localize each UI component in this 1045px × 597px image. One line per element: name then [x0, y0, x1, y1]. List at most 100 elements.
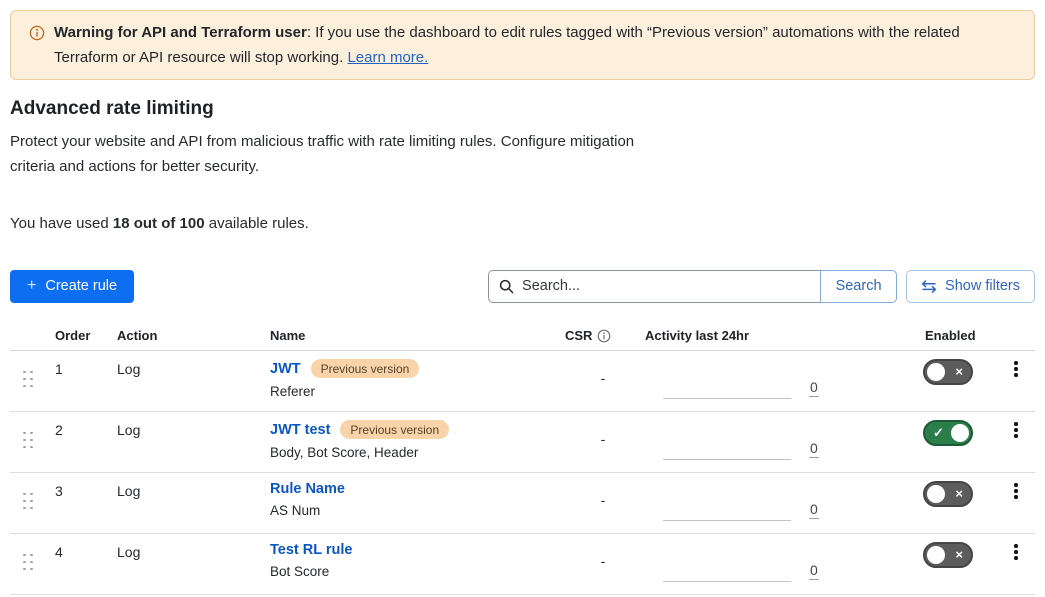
activity-cell: 0: [643, 473, 903, 534]
activity-count-link[interactable]: 0: [809, 440, 819, 458]
kebab-menu-icon[interactable]: [1009, 421, 1023, 439]
table-row: 1 Log JWT Previous version Referer - 0 ✓…: [10, 351, 1035, 412]
header-name: Name: [263, 328, 563, 343]
activity-count-link[interactable]: 0: [809, 379, 819, 397]
toolbar: + Create rule Search Show filters: [10, 269, 1035, 303]
rule-order: 4: [48, 534, 110, 595]
x-icon: ×: [955, 365, 963, 378]
header-csr-label: CSR: [565, 328, 592, 343]
rule-action: Log: [110, 534, 263, 595]
rules-table: Order Action Name CSR Activity last 24hr…: [10, 328, 1035, 595]
usage-suffix: available rules.: [205, 215, 309, 232]
drag-handle-icon[interactable]: [23, 432, 33, 449]
rule-action: Log: [110, 473, 263, 534]
toggle-knob: [951, 424, 969, 442]
usage-prefix: You have used: [10, 215, 113, 232]
create-rule-button[interactable]: + Create rule: [10, 270, 134, 303]
warning-info-icon: [29, 25, 45, 46]
header-order: Order: [48, 328, 110, 343]
header-actions-spacer: [995, 328, 1035, 343]
plus-icon: +: [27, 278, 36, 294]
name-cell: Rule Name AS Num: [263, 473, 563, 534]
handle-cell: [10, 412, 48, 473]
activity-sparkline: [663, 581, 791, 582]
kebab-cell: [995, 351, 1035, 412]
kebab-menu-icon[interactable]: [1009, 482, 1023, 500]
filters-swap-icon: [921, 280, 937, 293]
header-enabled: Enabled: [903, 328, 995, 343]
activity-count-link[interactable]: 0: [809, 562, 819, 580]
header-csr: CSR: [563, 328, 643, 343]
enabled-toggle[interactable]: ✓ ×: [923, 359, 973, 385]
rule-criteria: Referer: [270, 384, 563, 399]
drag-handle-icon[interactable]: [23, 371, 33, 388]
page-description: Protect your website and API from malici…: [10, 129, 635, 179]
warning-text: Warning for API and Terraform user: If y…: [54, 20, 1016, 70]
rule-name-link[interactable]: Test RL rule: [270, 542, 352, 558]
search-input[interactable]: [522, 278, 810, 294]
kebab-cell: [995, 534, 1035, 595]
activity-count-link[interactable]: 0: [809, 501, 819, 519]
header-action: Action: [110, 328, 263, 343]
check-icon: ✓: [933, 426, 944, 439]
activity-cell: 0: [643, 412, 903, 473]
kebab-menu-icon[interactable]: [1009, 543, 1023, 561]
rule-order: 1: [48, 351, 110, 412]
activity-sparkline: [663, 398, 791, 399]
rule-order: 3: [48, 473, 110, 534]
toggle-knob: [927, 363, 945, 381]
previous-version-badge: Previous version: [311, 359, 420, 378]
activity-cell: 0: [643, 351, 903, 412]
previous-version-badge: Previous version: [340, 420, 449, 439]
enabled-toggle[interactable]: ✓ ×: [923, 542, 973, 568]
handle-cell: [10, 473, 48, 534]
activity-sparkline: [663, 459, 791, 460]
show-filters-label: Show filters: [945, 278, 1020, 294]
create-rule-label: Create rule: [45, 278, 117, 294]
activity-sparkline: [663, 520, 791, 521]
handle-cell: [10, 534, 48, 595]
drag-handle-icon[interactable]: [23, 493, 33, 510]
rule-name-link[interactable]: JWT test: [270, 422, 330, 438]
search-button[interactable]: Search: [820, 270, 897, 303]
show-filters-button[interactable]: Show filters: [906, 270, 1035, 303]
search-icon: [499, 279, 514, 294]
kebab-cell: [995, 473, 1035, 534]
table-row: 3 Log Rule Name AS Num - 0 ✓ ×: [10, 473, 1035, 534]
page-title: Advanced rate limiting: [10, 98, 1035, 120]
toggle-knob: [927, 546, 945, 564]
enabled-cell: ✓ ×: [903, 473, 995, 534]
rule-csr-value: -: [563, 351, 643, 412]
name-cell: Test RL rule Bot Score: [263, 534, 563, 595]
header-activity: Activity last 24hr: [643, 328, 903, 343]
x-icon: ×: [955, 487, 963, 500]
enabled-toggle[interactable]: ✓ ×: [923, 420, 973, 446]
rule-criteria: Bot Score: [270, 564, 563, 579]
table-body: 1 Log JWT Previous version Referer - 0 ✓…: [10, 351, 1035, 595]
usage-summary: You have used 18 out of 100 available ru…: [10, 215, 1035, 232]
rule-name-link[interactable]: Rule Name: [270, 481, 345, 497]
table-row: 2 Log JWT test Previous version Body, Bo…: [10, 412, 1035, 473]
learn-more-link[interactable]: Learn more.: [347, 49, 428, 66]
handle-cell: [10, 351, 48, 412]
table-header-row: Order Action Name CSR Activity last 24hr…: [10, 328, 1035, 351]
name-cell: JWT test Previous version Body, Bot Scor…: [263, 412, 563, 473]
rule-action: Log: [110, 412, 263, 473]
table-row: 4 Log Test RL rule Bot Score - 0 ✓ ×: [10, 534, 1035, 595]
toggle-knob: [927, 485, 945, 503]
kebab-cell: [995, 412, 1035, 473]
enabled-cell: ✓ ×: [903, 351, 995, 412]
header-spacer: [10, 328, 48, 343]
search-area: Search Show filters: [488, 270, 1035, 303]
rule-criteria: Body, Bot Score, Header: [270, 445, 563, 460]
rule-csr-value: -: [563, 412, 643, 473]
x-icon: ×: [955, 548, 963, 561]
kebab-menu-icon[interactable]: [1009, 360, 1023, 378]
search-box: [488, 270, 820, 303]
rule-csr-value: -: [563, 473, 643, 534]
rule-name-link[interactable]: JWT: [270, 361, 301, 377]
csr-info-icon[interactable]: [597, 329, 611, 343]
drag-handle-icon[interactable]: [23, 554, 33, 571]
enabled-toggle[interactable]: ✓ ×: [923, 481, 973, 507]
name-cell: JWT Previous version Referer: [263, 351, 563, 412]
